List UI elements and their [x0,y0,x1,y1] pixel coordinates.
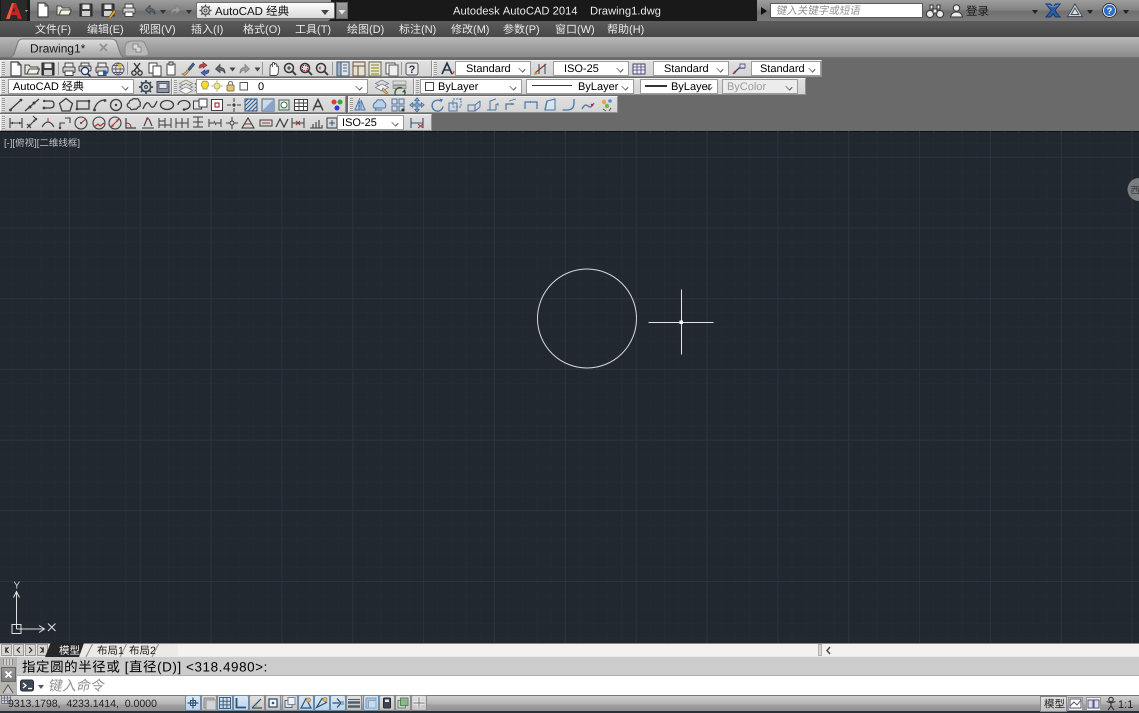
svg-text:?: ? [1107,6,1113,16]
svg-text:?: ? [409,64,416,76]
